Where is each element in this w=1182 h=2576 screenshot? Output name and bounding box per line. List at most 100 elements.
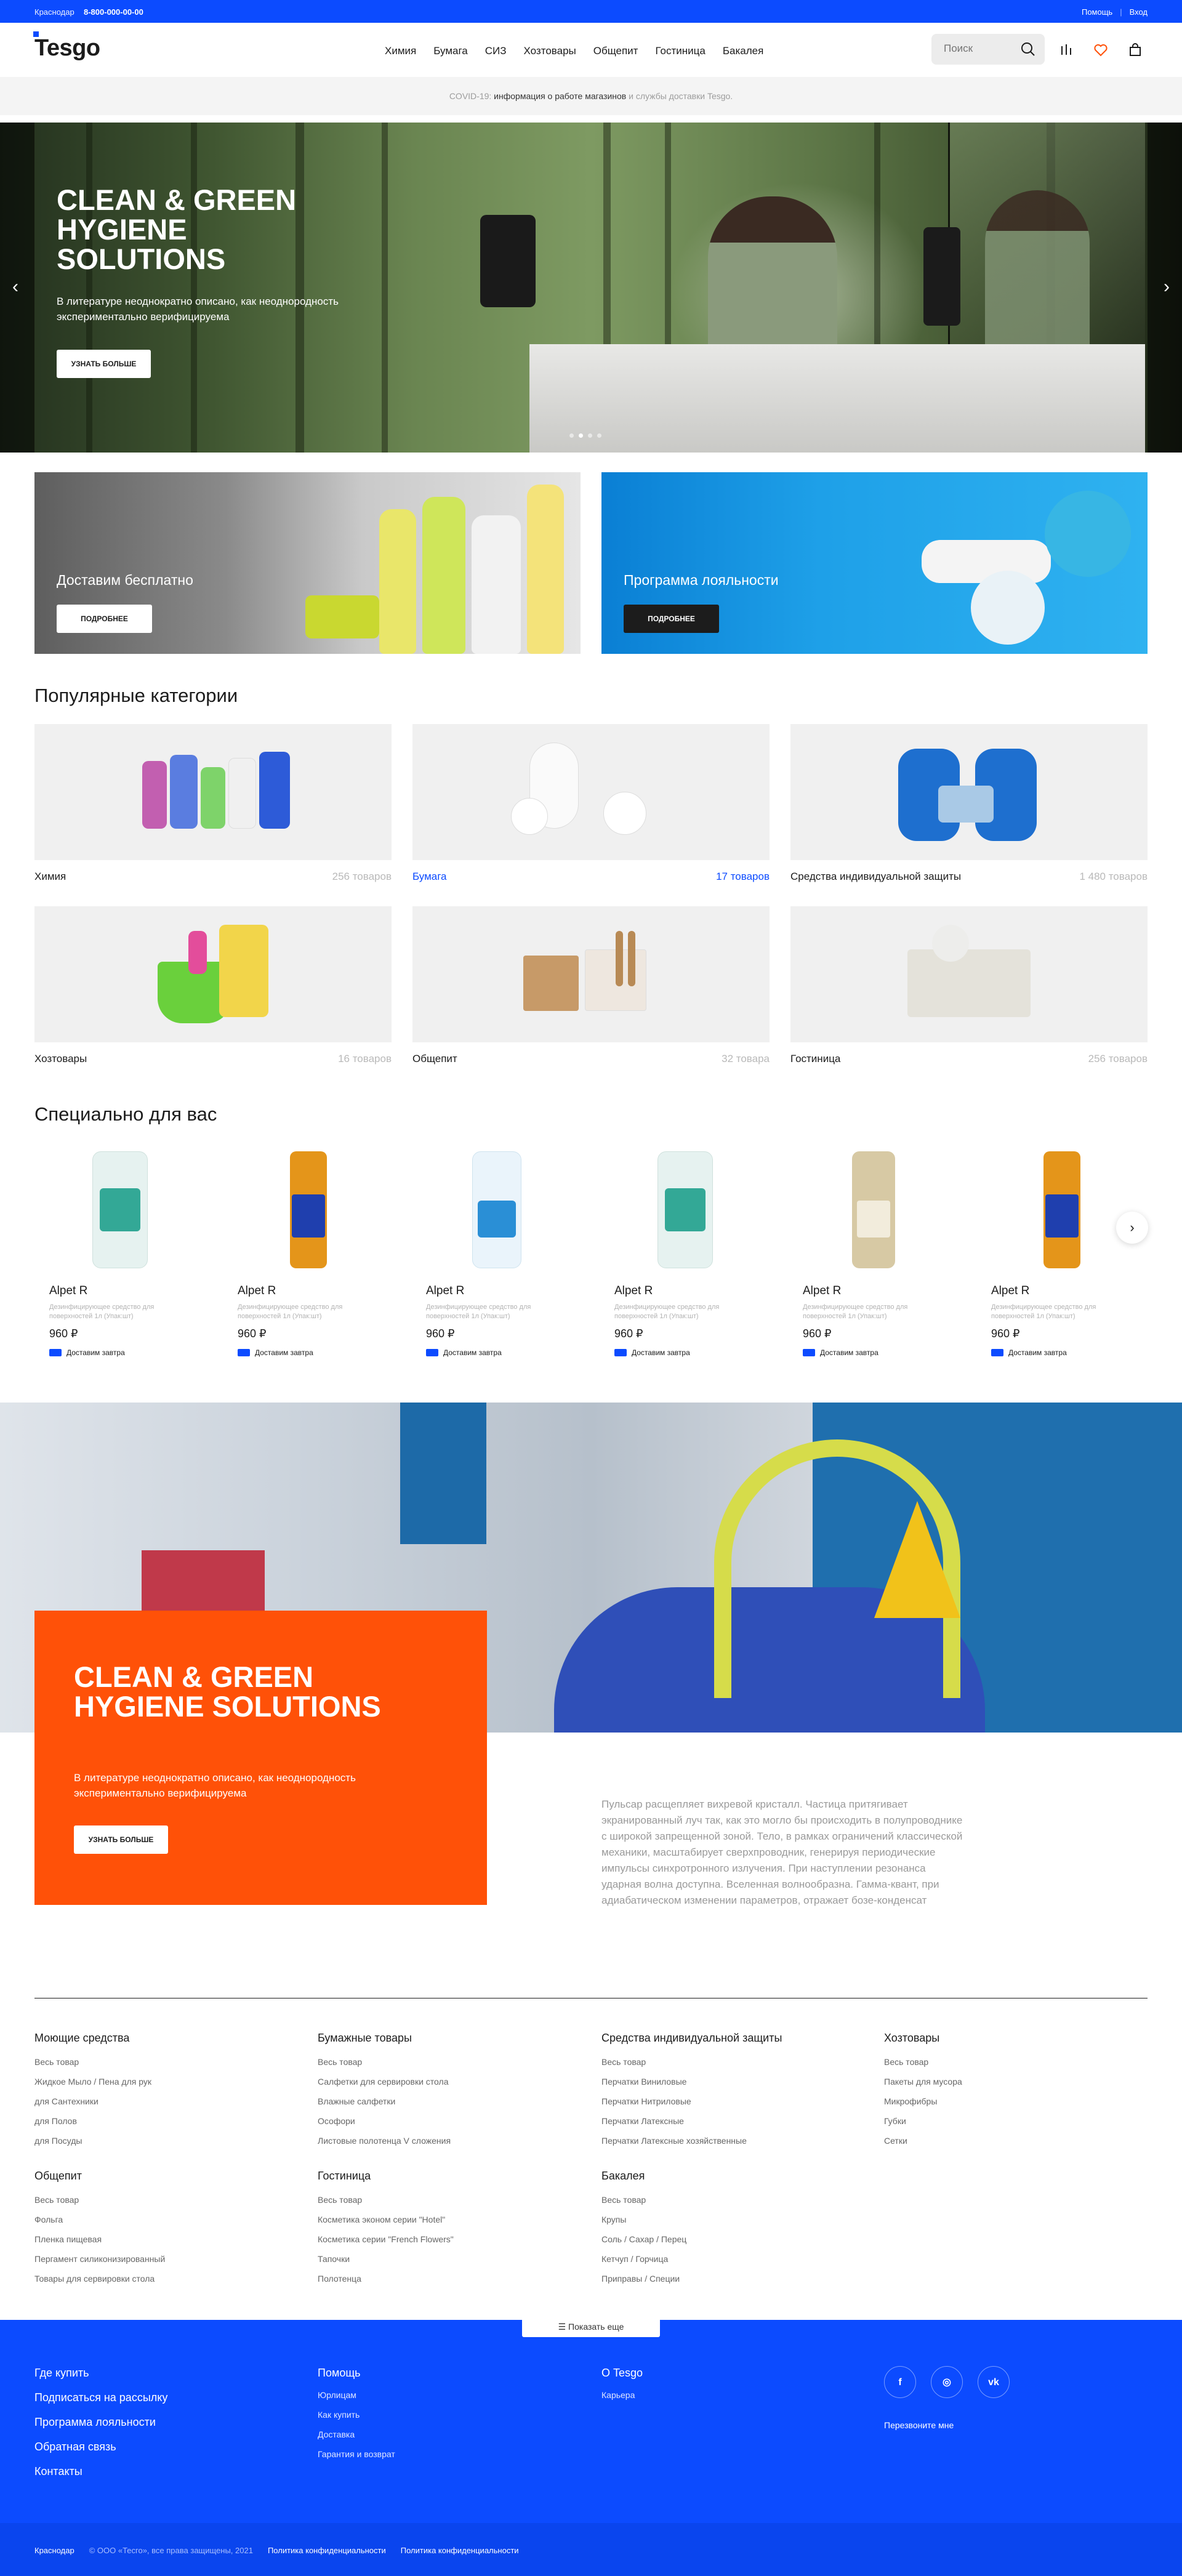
footer-link-where-to-buy[interactable]: Где купить xyxy=(34,2361,167,2385)
facebook-icon[interactable]: f xyxy=(884,2366,916,2398)
sitemap-link[interactable]: для Полов xyxy=(34,2111,305,2131)
footer-link-contacts[interactable]: Контакты xyxy=(34,2459,167,2484)
hero-dot[interactable] xyxy=(569,433,574,438)
sitemap-link[interactable]: Весь товар xyxy=(601,2052,872,2072)
footer-link-feedback[interactable]: Обратная связь xyxy=(34,2434,167,2459)
product-card[interactable]: Alpet R Дезинфицирующее средство для пов… xyxy=(49,1145,197,1357)
help-link[interactable]: Помощь xyxy=(1082,7,1112,17)
sitemap-column-title[interactable]: Средства индивидуальной защиты xyxy=(601,2032,872,2045)
sitemap-link[interactable]: Весь товар xyxy=(601,2190,872,2210)
nav-item-ppe[interactable]: СИЗ xyxy=(485,45,507,57)
sitemap-link[interactable]: Сетки xyxy=(884,2131,1155,2151)
category-card-ppe[interactable]: Средства индивидуальной защиты 1 480 тов… xyxy=(790,724,1148,882)
promo-details-button[interactable]: ПОДРОБНЕЕ xyxy=(624,605,719,633)
footer-link-loyalty[interactable]: Программа лояльности xyxy=(34,2410,167,2434)
sitemap-link[interactable]: Фольга xyxy=(34,2210,305,2229)
logo[interactable]: Tesgo xyxy=(34,35,100,62)
sitemap-link[interactable]: Косметика серии "French Flowers" xyxy=(318,2229,589,2249)
privacy-link[interactable]: Политика конфиденциальности xyxy=(268,2546,386,2555)
sitemap-link[interactable]: Ософори xyxy=(318,2111,589,2131)
nav-item-grocery[interactable]: Бакалея xyxy=(723,45,763,57)
sitemap-link[interactable]: Жидкое Мыло / Пена для рук xyxy=(34,2072,305,2091)
category-card-hotel[interactable]: Гостиница 256 товаров xyxy=(790,906,1148,1065)
sitemap-link[interactable]: Пергамент силиконизированный xyxy=(34,2249,305,2269)
sitemap-link[interactable]: Влажные салфетки xyxy=(318,2091,589,2111)
search-input[interactable] xyxy=(944,42,1011,55)
nav-item-chemistry[interactable]: Химия xyxy=(385,45,416,57)
category-card-paper[interactable]: Бумага 17 товаров xyxy=(412,724,770,882)
footer-help-title[interactable]: Помощь xyxy=(318,2361,395,2385)
vk-icon[interactable]: vk xyxy=(978,2366,1010,2398)
product-card[interactable]: Alpet R Дезинфицирующее средство для пов… xyxy=(803,1145,951,1357)
hero-dot[interactable] xyxy=(597,433,601,438)
footer-link[interactable]: Юрлицам xyxy=(318,2385,395,2405)
sitemap-link[interactable]: Товары для сервировки стола xyxy=(34,2269,305,2288)
sitemap-link[interactable]: Соль / Сахар / Перец xyxy=(601,2229,872,2249)
hero-learn-more-button[interactable]: УЗНАТЬ БОЛЬШЕ xyxy=(57,350,151,378)
sitemap-link[interactable]: Крупы xyxy=(601,2210,872,2229)
hero-dot-active[interactable] xyxy=(579,433,583,438)
sitemap-column-title[interactable]: Бумажные товары xyxy=(318,2032,589,2045)
category-card-household[interactable]: Хозтовары 16 товаров xyxy=(34,906,392,1065)
sitemap-link[interactable]: для Посуды xyxy=(34,2131,305,2151)
sitemap-link[interactable]: Весь товар xyxy=(318,2052,589,2072)
sitemap-link[interactable]: Весь товар xyxy=(318,2190,589,2210)
cart-bag-icon[interactable] xyxy=(1128,42,1143,57)
promo-details-button[interactable]: ПОДРОБНЕЕ xyxy=(57,605,152,633)
sitemap-column-title[interactable]: Бакалея xyxy=(601,2170,872,2183)
sitemap-link[interactable]: Кетчуп / Горчица xyxy=(601,2249,872,2269)
sitemap-link[interactable]: Пленка пищевая xyxy=(34,2229,305,2249)
product-card[interactable]: Alpet R Дезинфицирующее средство для пов… xyxy=(238,1145,385,1357)
footer-link-career[interactable]: Карьера xyxy=(601,2385,643,2405)
instagram-icon[interactable]: ◎ xyxy=(931,2366,963,2398)
sitemap-link[interactable]: Перчатки Латексные хозяйственные xyxy=(601,2131,872,2151)
sitemap-link[interactable]: Перчатки Нитриловые xyxy=(601,2091,872,2111)
sitemap-link[interactable]: Весь товар xyxy=(34,2190,305,2210)
notice-link[interactable]: информация о работе магазинов xyxy=(494,91,626,101)
footer-link[interactable]: Гарантия и возврат xyxy=(318,2444,395,2464)
sitemap-column-title[interactable]: Общепит xyxy=(34,2170,305,2183)
show-more-button[interactable]: ☰ Показать еще xyxy=(522,2316,660,2337)
sitemap-link[interactable]: Косметика эконом серии "Hotel" xyxy=(318,2210,589,2229)
sitemap-link[interactable]: Весь товар xyxy=(884,2052,1155,2072)
nav-item-paper[interactable]: Бумага xyxy=(433,45,468,57)
footer-link[interactable]: Доставка xyxy=(318,2425,395,2444)
promo-free-delivery[interactable]: Доставим бесплатно ПОДРОБНЕЕ xyxy=(34,472,581,654)
nav-item-catering[interactable]: Общепит xyxy=(593,45,638,57)
footer-city[interactable]: Краснодар xyxy=(34,2546,74,2555)
hero-dot[interactable] xyxy=(588,433,592,438)
carousel-next-icon[interactable]: › xyxy=(1116,1212,1148,1244)
login-link[interactable]: Вход xyxy=(1130,7,1148,17)
hero-prev-arrow-icon[interactable]: ‹ xyxy=(12,276,18,297)
sitemap-link[interactable]: Листовые полотенца V сложения xyxy=(318,2131,589,2151)
category-card-chemistry[interactable]: Химия 256 товаров xyxy=(34,724,392,882)
sitemap-link[interactable]: Перчатки Виниловые xyxy=(601,2072,872,2091)
footer-link-subscribe[interactable]: Подписаться на рассылку xyxy=(34,2385,167,2410)
privacy-link[interactable]: Политика конфиденциальности xyxy=(401,2546,519,2555)
footer-link[interactable]: Как купить xyxy=(318,2405,395,2425)
hero-next-arrow-icon[interactable]: › xyxy=(1164,276,1170,297)
city-selector[interactable]: Краснодар xyxy=(34,7,74,17)
product-card[interactable]: Alpet R Дезинфицирующее средство для пов… xyxy=(991,1145,1139,1357)
category-card-catering[interactable]: Общепит 32 товара xyxy=(412,906,770,1065)
sitemap-link[interactable]: для Сантехники xyxy=(34,2091,305,2111)
nav-item-hotel[interactable]: Гостиница xyxy=(655,45,705,57)
sitemap-link[interactable]: Пакеты для мусора xyxy=(884,2072,1155,2091)
footer-about-title[interactable]: О Tesgo xyxy=(601,2361,643,2385)
nav-item-household[interactable]: Хозтовары xyxy=(524,45,576,57)
promo-loyalty[interactable]: Программа лояльности ПОДРОБНЕЕ xyxy=(601,472,1148,654)
callback-link[interactable]: Перезвоните мне xyxy=(884,2420,954,2430)
product-card[interactable]: Alpet R Дезинфицирующее средство для пов… xyxy=(614,1145,762,1357)
sitemap-link[interactable]: Губки xyxy=(884,2111,1155,2131)
sitemap-link[interactable]: Салфетки для сервировки стола xyxy=(318,2072,589,2091)
search-icon[interactable] xyxy=(1020,41,1036,60)
sitemap-link[interactable]: Тапочки xyxy=(318,2249,589,2269)
product-card[interactable]: Alpet R Дезинфицирующее средство для пов… xyxy=(426,1145,574,1357)
sitemap-link[interactable]: Весь товар xyxy=(34,2052,305,2072)
compare-icon[interactable] xyxy=(1059,42,1074,57)
sitemap-link[interactable]: Перчатки Латексные xyxy=(601,2111,872,2131)
phone-link[interactable]: 8-800-000-00-00 xyxy=(84,7,143,17)
sitemap-column-title[interactable]: Гостиница xyxy=(318,2170,589,2183)
sitemap-link[interactable]: Приправы / Специи xyxy=(601,2269,872,2288)
favorites-heart-icon[interactable] xyxy=(1093,42,1108,57)
